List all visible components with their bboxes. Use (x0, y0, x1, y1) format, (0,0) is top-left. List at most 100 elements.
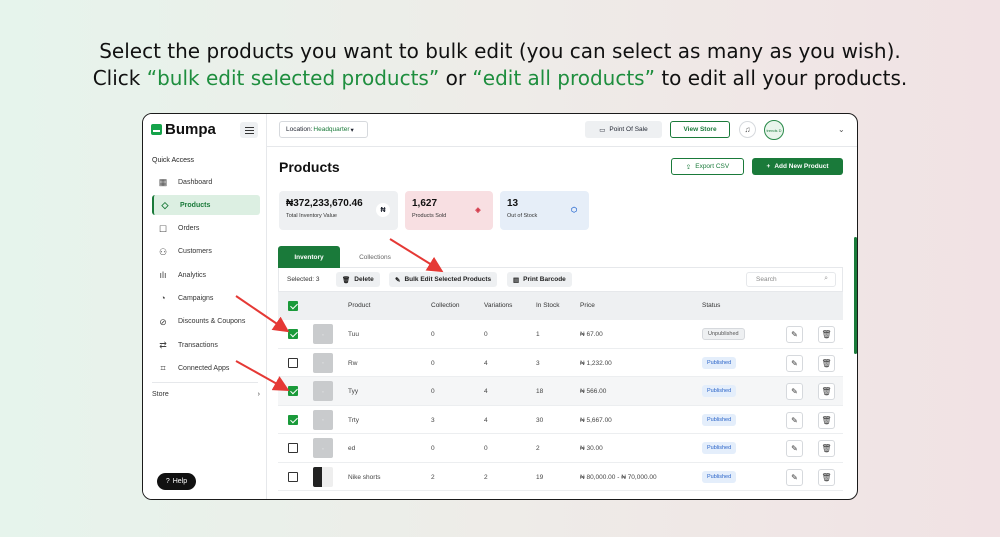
stock-cell: 1 (536, 331, 540, 338)
trash-icon[interactable]: 🗑 (818, 411, 835, 429)
product-thumbnail: ▫ (313, 352, 333, 373)
product-thumbnail: ▫ (313, 381, 333, 401)
row-checkbox[interactable] (288, 443, 298, 453)
point-of-sale-button[interactable]: ▭ Point Of Sale (585, 121, 662, 138)
naira-icon: ₦ (376, 203, 390, 217)
chevron-down-icon[interactable]: ⌄ (838, 125, 845, 134)
search-icon: ⌕ (824, 275, 828, 282)
register-icon: ▭ (599, 126, 606, 134)
col-header-variations: Variations (484, 302, 513, 309)
select-all-checkbox[interactable] (288, 301, 298, 311)
menu-toggle-button[interactable] (240, 122, 258, 138)
bell-icon[interactable]: ♫ (739, 121, 756, 138)
tab-collections[interactable]: Collections (340, 246, 410, 268)
product-thumbnail: ▫ (313, 324, 333, 344)
table-row[interactable]: ▫ Tuu 0 0 1 ₦ 67.00 Unpublished ✎ 🗑 (278, 320, 843, 349)
location-selector[interactable]: Location: Headquarter ▾ (279, 121, 368, 138)
question-icon: ? (165, 478, 170, 485)
product-name[interactable]: Rw (348, 360, 357, 367)
product-name[interactable]: ed (348, 445, 355, 452)
add-new-product-button[interactable]: + Add New Product (752, 158, 843, 175)
stock-cell: 30 (536, 416, 544, 424)
stat-label: Total Inventory Value (286, 213, 337, 219)
trash-icon[interactable]: 🗑 (818, 354, 835, 372)
price-cell: ₦ 1,232.00 (580, 359, 612, 367)
box-icon: ⬡ (570, 207, 578, 214)
edit-icon[interactable]: ✎ (786, 468, 803, 486)
sidebar-item-products[interactable]: ◇ Products (152, 195, 260, 216)
print-barcode-button[interactable]: ▥ Print Barcode (507, 272, 572, 287)
tab-inventory[interactable]: Inventory (278, 246, 340, 268)
edit-icon[interactable]: ✎ (786, 440, 803, 457)
table-row[interactable]: ▫ Trty 3 4 30 ₦ 5,667.00 Published ✎ 🗑 (278, 406, 843, 434)
status-badge: Published (702, 385, 737, 397)
collection-cell: 0 (431, 331, 435, 338)
avatar[interactable]: trends D (764, 120, 784, 140)
sidebar-item-dashboard[interactable]: ▦ Dashboard (152, 172, 260, 192)
view-store-button[interactable]: View Store (670, 121, 730, 138)
trash-icon[interactable]: 🗑 (818, 326, 835, 343)
table-row[interactable]: ▫ Rw 0 4 3 ₦ 1,232.00 Published ✎ 🗑 (278, 349, 843, 377)
bulk-edit-selected-button[interactable]: ✎ Bulk Edit Selected Products (389, 272, 498, 287)
trash-icon[interactable]: 🗑 (818, 383, 835, 400)
export-csv-button[interactable]: ⇪ Export CSV (671, 158, 744, 175)
product-name[interactable]: Nike shorts (348, 474, 381, 481)
instruction-text: Select the products you want to bulk edi… (0, 38, 1000, 92)
sidebar-item-connected-apps[interactable]: ⌗ Connected Apps (152, 358, 260, 378)
main-content: Products ⇪ Export CSV + Add New Product ₦3… (267, 147, 857, 499)
table-header: Product Collection Variations In Stock P… (278, 292, 843, 320)
sidebar-item-transactions[interactable]: ⇄ Transactions (152, 335, 260, 355)
search-input[interactable]: Search ⌕ (746, 272, 836, 287)
price-cell: ₦ 30.00 (580, 445, 603, 452)
variations-cell: 4 (484, 359, 488, 367)
stock-cell: 18 (536, 388, 544, 395)
row-checkbox[interactable] (288, 329, 298, 339)
sidebar-item-analytics[interactable]: ılı Analytics (152, 265, 260, 285)
edit-icon[interactable]: ✎ (786, 326, 803, 343)
sidebar-item-discounts[interactable]: ⊘ Discounts & Coupons (152, 312, 260, 332)
edit-icon[interactable]: ✎ (786, 354, 803, 372)
edit-icon[interactable]: ✎ (786, 411, 803, 429)
sidebar-item-customers[interactable]: ⚇ Customers (152, 242, 260, 262)
price-cell: ₦ 80,000.00 - ₦ 70,000.00 (580, 473, 657, 481)
sidebar-item-orders[interactable]: ☐ Orders (152, 219, 260, 239)
trash-icon[interactable]: 🗑 (818, 468, 835, 486)
product-name[interactable]: Tyy (348, 388, 358, 395)
trash-icon[interactable]: 🗑 (818, 440, 835, 457)
collection-cell: 0 (431, 445, 435, 452)
stock-cell: 19 (536, 473, 544, 481)
sidebar-divider (152, 382, 258, 383)
table-row[interactable]: ▫ Tyy 0 4 18 ₦ 566.00 Published ✎ 🗑 (278, 377, 843, 406)
status-badge: Published (702, 470, 737, 483)
app-name: Bumpa (165, 121, 216, 138)
sidebar-item-campaigns[interactable]: ◔ Campaigns (152, 288, 260, 308)
scrollbar[interactable] (854, 237, 857, 354)
barcode-icon: ▥ (513, 276, 520, 284)
variations-cell: 0 (484, 331, 488, 338)
col-header-collection: Collection (431, 302, 460, 309)
product-name[interactable]: Tuu (348, 331, 359, 338)
row-checkbox[interactable] (288, 471, 298, 482)
table-row[interactable]: ▫ ed 0 0 2 ₦ 30.00 Published ✎ 🗑 (278, 434, 843, 463)
product-name[interactable]: Trty (348, 417, 359, 424)
price-cell: ₦ 566.00 (580, 388, 607, 395)
delete-button[interactable]: 🗑 Delete (336, 272, 380, 287)
sidebar-item-store[interactable]: Store › (152, 391, 260, 398)
status-badge: Published (702, 413, 737, 426)
product-thumbnail: ▫ (313, 409, 333, 430)
grid-icon: ▦ (158, 177, 168, 187)
row-checkbox[interactable] (288, 386, 298, 396)
row-checkbox[interactable] (288, 357, 298, 368)
caret-down-icon: ▾ (350, 126, 354, 134)
percent-icon: ⊘ (159, 316, 167, 327)
col-header-status: Status (702, 302, 721, 309)
help-button[interactable]: ? Help (157, 473, 196, 490)
collection-cell: 3 (431, 416, 435, 424)
table-row[interactable]: Nike shorts 2 2 19 ₦ 80,000.00 - ₦ 70,00… (278, 463, 843, 491)
bumpa-logo-icon (151, 124, 162, 135)
edit-icon[interactable]: ✎ (786, 383, 803, 400)
logo[interactable]: Bumpa (151, 121, 259, 140)
collection-cell: 2 (431, 473, 435, 481)
row-checkbox[interactable] (288, 414, 298, 425)
stock-cell: 3 (536, 359, 540, 367)
